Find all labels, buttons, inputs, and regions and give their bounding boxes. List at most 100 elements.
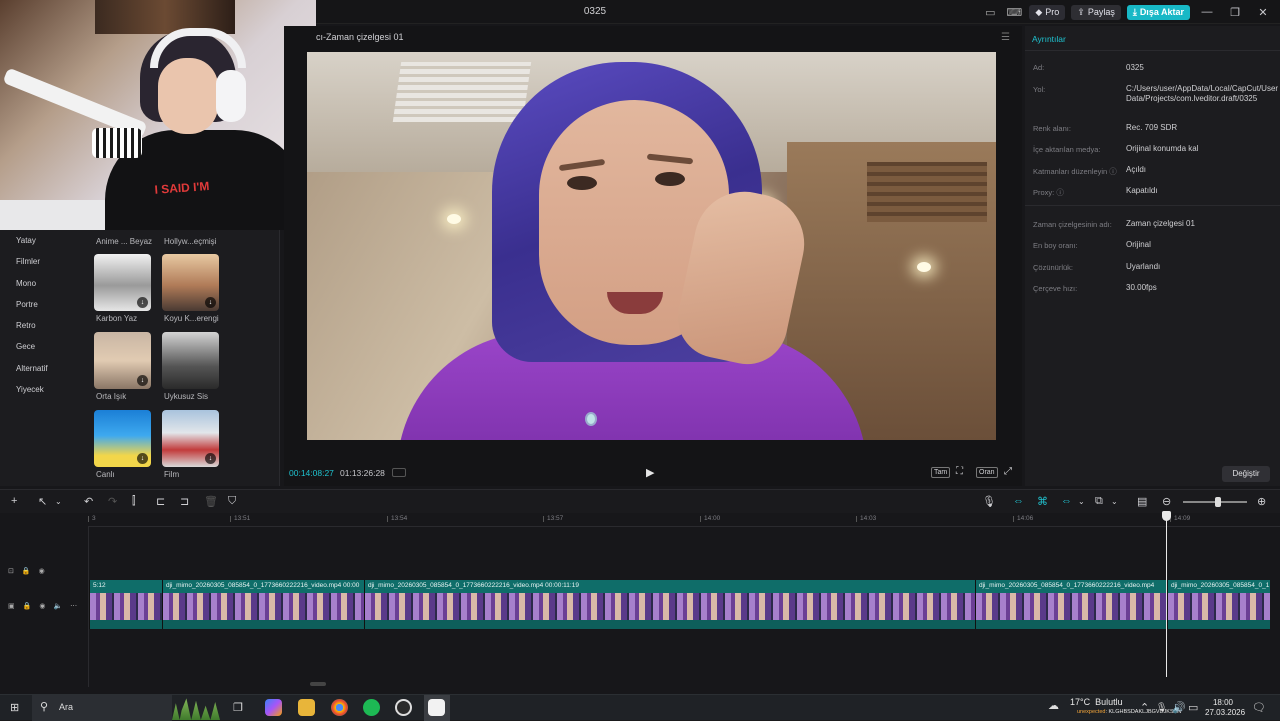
layout-icon[interactable]: ▭ [981, 5, 999, 19]
category-item[interactable]: Retro [16, 321, 76, 342]
delete-icon[interactable]: 🗑 [204, 495, 218, 508]
split-icon[interactable]: ⫿ [132, 495, 136, 508]
filter-thumb-koyu-kerengi[interactable]: ↓ [162, 254, 219, 311]
trim-left-icon[interactable]: ⊏ [156, 495, 165, 508]
clock[interactable]: 18:00 27.03.2026 [1205, 698, 1245, 718]
linkage-icon[interactable]: ⇔ [1061, 495, 1072, 507]
chevron-down-icon[interactable]: ⌄ [55, 497, 62, 506]
detail-label: Katmanları düzenleyin ⓘ [1033, 167, 1117, 176]
weather-widget[interactable]: 17°C Bulutlu [1070, 697, 1123, 707]
file-explorer-icon[interactable] [298, 699, 315, 716]
timeline-ruler[interactable]: 3 13:51 13:54 13:57 14:00 14:03 14:06 14… [88, 513, 1280, 527]
cover-icon[interactable]: ▣ [8, 602, 15, 610]
play-icon[interactable]: ▶ [646, 466, 654, 479]
category-item[interactable]: Gece [16, 342, 76, 363]
pro-button[interactable]: ◆ Pro [1029, 4, 1066, 20]
category-item[interactable]: Filmler [16, 257, 76, 278]
eye-icon[interactable]: ◉ [39, 602, 45, 610]
chevron-up-icon[interactable]: ⌃ [1140, 701, 1149, 714]
download-icon[interactable]: ↓ [205, 453, 216, 464]
zoom-slider-handle[interactable] [1215, 497, 1221, 507]
magnet-icon[interactable]: ⌘ [1037, 495, 1048, 508]
task-view-icon[interactable]: ❐ [233, 701, 243, 714]
trim-right-icon[interactable]: ⊐ [180, 495, 189, 508]
zoom-in-icon[interactable]: ⊕ [1257, 495, 1266, 508]
eye-icon[interactable]: ◉ [39, 567, 45, 575]
category-item[interactable]: Yiyecek [16, 385, 76, 406]
spotify-icon[interactable] [363, 699, 380, 716]
filter-thumb-film[interactable]: ↓ [162, 410, 219, 467]
video-clip[interactable]: dji_mimo_20260305_085854_0_1773660222216… [364, 580, 975, 629]
chevron-down-icon[interactable]: ⌄ [1078, 497, 1085, 506]
taskbar: ⊞ ⚲ Ara ❐ ☁ 17°C Bulutlu unexpected: KLG… [0, 694, 1280, 721]
download-icon[interactable]: ↓ [205, 297, 216, 308]
link-main-track-icon[interactable]: ⇔ [1013, 495, 1024, 507]
video-clip[interactable]: 5:12 [89, 580, 162, 629]
change-button[interactable]: Değiştir [1222, 466, 1270, 482]
detail-label: Proxy: ⓘ [1033, 188, 1064, 197]
filter-thumb-karbon-yaz[interactable]: ↓ [94, 254, 151, 311]
ratio-button[interactable]: Oran [976, 467, 998, 478]
lock-icon[interactable]: 🔒 [22, 567, 31, 575]
filter-thumb-orta-isik[interactable]: ↓ [94, 332, 151, 389]
microphone-icon[interactable]: 🎙 [982, 495, 996, 508]
category-item[interactable]: Yatay [16, 236, 76, 257]
preview-axis-icon[interactable]: ⧉ [1095, 495, 1103, 508]
fullscreen-icon[interactable]: ⤢ [1004, 466, 1012, 477]
overlay-track-header: ⊡ 🔒 ◉ [8, 567, 45, 575]
category-item[interactable]: Portre [16, 300, 76, 321]
detail-value[interactable]: Açıldı [1126, 165, 1276, 175]
download-icon[interactable]: ↓ [137, 453, 148, 464]
windows-start-icon[interactable]: ⊞ [10, 701, 19, 714]
filter-thumb-uykusuz-sis[interactable] [162, 332, 219, 389]
shortcuts-icon[interactable]: ⌨ [1005, 5, 1023, 19]
zoom-out-icon[interactable]: ⊖ [1162, 495, 1171, 508]
marker-icon[interactable]: ⛉ [228, 495, 236, 508]
video-preview[interactable] [307, 52, 996, 440]
chrome-icon[interactable] [331, 699, 348, 716]
category-item[interactable]: Alternatif [16, 364, 76, 385]
volume-icon[interactable]: 🔊 [1172, 701, 1186, 714]
microphone-tray-icon[interactable]: 🎙 [1156, 702, 1167, 713]
video-clip[interactable]: dji_mimo_20260305_085854_0_1773660222216… [975, 580, 1167, 629]
capcut-icon[interactable] [428, 699, 445, 716]
filter-label: Koyu K...erengi [164, 314, 219, 323]
download-icon[interactable]: ↓ [137, 375, 148, 386]
download-icon[interactable]: ↓ [137, 297, 148, 308]
redo-icon[interactable]: ↷ [108, 495, 117, 508]
restore-icon[interactable]: ❐ [1224, 6, 1246, 19]
display-icon[interactable]: ▭ [1188, 701, 1198, 714]
video-clip[interactable]: dji_mimo_20260305_085854_0_1773660222216… [162, 580, 364, 629]
timeline-scrollbar[interactable] [310, 682, 326, 686]
shirt-print: I SAID I'M [154, 179, 210, 197]
audio-icon[interactable]: 🔈 [53, 602, 62, 610]
taskbar-search[interactable]: ⚲ Ara [32, 695, 172, 721]
lock-icon[interactable]: 🔒 [23, 602, 32, 610]
copilot-icon[interactable] [265, 699, 282, 716]
search-input[interactable]: Ara [59, 702, 73, 712]
minimize-icon[interactable]: — [1196, 6, 1218, 18]
chevron-down-icon[interactable]: ⌄ [1111, 497, 1118, 506]
menu-icon[interactable]: ☰ [1001, 32, 1010, 43]
caption-icon[interactable]: ▤ [1137, 495, 1147, 508]
export-button[interactable]: ⤓ Dışa Aktar [1126, 4, 1190, 20]
video-clip[interactable]: dji_mimo_20260305_085854_0_1 [1167, 580, 1270, 629]
obs-icon[interactable] [395, 699, 412, 716]
notification-icon[interactable]: 🗨 [1252, 701, 1266, 714]
track-cover-icon[interactable]: ⊡ [8, 567, 14, 575]
filter-thumb-canli[interactable]: ↓ [94, 410, 151, 467]
more-icon[interactable]: ⋯ [70, 602, 77, 610]
timecode-toggle-icon[interactable] [392, 468, 406, 477]
detail-value[interactable]: Kapatıldı [1126, 186, 1276, 196]
undo-icon[interactable]: ↶ [84, 495, 93, 508]
playhead[interactable] [1166, 511, 1167, 677]
full-button[interactable]: Tam [931, 467, 951, 478]
category-item[interactable]: Mono [16, 279, 76, 300]
select-tool-icon[interactable]: ↖ [38, 495, 47, 508]
share-button[interactable]: ⇪ Paylaş [1071, 4, 1121, 20]
detail-label: Zaman çizelgesinin adı: [1033, 220, 1112, 229]
detail-value[interactable]: Orijinal konumda kal [1126, 144, 1276, 154]
fit-icon[interactable]: ⛶ [956, 466, 963, 477]
add-icon[interactable]: + [11, 495, 17, 507]
close-icon[interactable]: ✕ [1252, 6, 1274, 19]
